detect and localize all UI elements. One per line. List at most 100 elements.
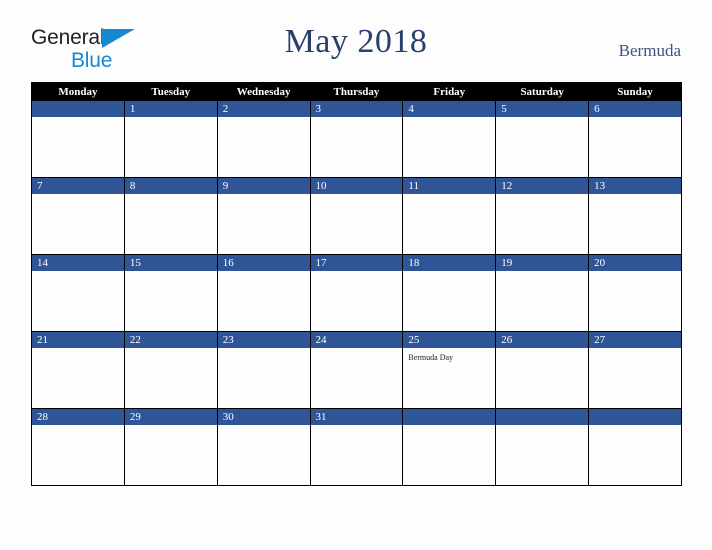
- calendar-day-cell[interactable]: 1: [123, 100, 218, 178]
- day-events: [496, 425, 588, 429]
- day-number: 18: [403, 255, 496, 271]
- calendar-day-cell[interactable]: 27: [588, 331, 682, 409]
- day-events: [218, 271, 310, 275]
- calendar-header-row: Monday Tuesday Wednesday Thursday Friday…: [31, 82, 682, 101]
- day-number: 30: [217, 409, 310, 425]
- calendar-day-cell[interactable]: 18: [402, 254, 497, 332]
- day-number: 7: [32, 178, 124, 194]
- day-number: [403, 409, 496, 425]
- weekday-header-saturday: Saturday: [495, 82, 590, 101]
- day-number: 13: [589, 178, 681, 194]
- weekday-header-monday: Monday: [31, 82, 125, 101]
- day-events: [311, 194, 403, 198]
- calendar-day-cell[interactable]: 23: [216, 331, 311, 409]
- calendar-day-cell[interactable]: 11: [402, 177, 497, 255]
- day-number: 28: [32, 409, 124, 425]
- calendar-day-cell[interactable]: 5: [495, 100, 590, 178]
- day-number: [496, 409, 589, 425]
- day-events: [125, 271, 217, 275]
- day-events: [125, 425, 217, 429]
- day-number: 31: [310, 409, 403, 425]
- day-events: [589, 348, 681, 352]
- day-events: [403, 425, 495, 429]
- calendar-day-cell[interactable]: 13: [588, 177, 682, 255]
- day-events: [218, 425, 310, 429]
- day-number: 22: [124, 332, 217, 348]
- calendar-day-cell[interactable]: 29: [123, 408, 218, 486]
- calendar-day-cell[interactable]: 8: [123, 177, 218, 255]
- day-number: [32, 101, 124, 117]
- calendar-day-cell[interactable]: [402, 408, 497, 486]
- day-events: [496, 271, 588, 275]
- day-events: [218, 117, 310, 121]
- calendar-day-cell[interactable]: 7: [31, 177, 125, 255]
- day-number: 21: [32, 332, 124, 348]
- calendar-day-cell[interactable]: 26: [495, 331, 590, 409]
- day-number: 1: [124, 101, 217, 117]
- day-number: 19: [496, 255, 589, 271]
- calendar-day-cell[interactable]: 19: [495, 254, 590, 332]
- day-events: [311, 425, 403, 429]
- calendar-day-cell[interactable]: [31, 100, 125, 178]
- day-number: 29: [124, 409, 217, 425]
- day-events: [32, 194, 124, 198]
- calendar-day-cell[interactable]: 25 Bermuda Day: [402, 331, 497, 409]
- calendar-day-cell[interactable]: 4: [402, 100, 497, 178]
- day-events: [218, 194, 310, 198]
- day-number: 3: [310, 101, 403, 117]
- calendar-day-cell[interactable]: 12: [495, 177, 590, 255]
- calendar-week-row: 28 29 30 31: [31, 408, 682, 486]
- day-events: [311, 348, 403, 352]
- country-label: Bermuda: [618, 41, 681, 60]
- day-events: [32, 348, 124, 352]
- calendar-week-row: 21 22 23 24 25 Bermuda Day 26 27: [31, 331, 682, 409]
- calendar-day-cell[interactable]: 21: [31, 331, 125, 409]
- weekday-header-friday: Friday: [402, 82, 497, 101]
- day-events: [496, 194, 588, 198]
- calendar-day-cell[interactable]: [495, 408, 590, 486]
- day-events: Bermuda Day: [403, 348, 495, 363]
- calendar-day-cell[interactable]: 2: [216, 100, 311, 178]
- calendar-day-cell[interactable]: [588, 408, 682, 486]
- calendar-day-cell[interactable]: 17: [309, 254, 404, 332]
- calendar-day-cell[interactable]: 14: [31, 254, 125, 332]
- calendar-day-cell[interactable]: 31: [309, 408, 404, 486]
- day-number: 5: [496, 101, 589, 117]
- calendar-day-cell[interactable]: 28: [31, 408, 125, 486]
- calendar-day-cell[interactable]: 22: [123, 331, 218, 409]
- day-events: [403, 194, 495, 198]
- day-number: 9: [217, 178, 310, 194]
- calendar-body: 1 2 3 4 5 6 7 8 9 10 11 12 13 14 15 16 17 18 19 20 21 22 23 24 2…: [31, 100, 682, 486]
- day-number: 11: [403, 178, 496, 194]
- calendar-day-cell[interactable]: 6: [588, 100, 682, 178]
- weekday-header-thursday: Thursday: [309, 82, 404, 101]
- calendar-day-cell[interactable]: 24: [309, 331, 404, 409]
- day-events: [311, 271, 403, 275]
- calendar-week-row: 7 8 9 10 11 12 13: [31, 177, 682, 255]
- day-number: 25: [403, 332, 496, 348]
- weekday-header-sunday: Sunday: [588, 82, 682, 101]
- day-number: 4: [403, 101, 496, 117]
- day-events: [403, 117, 495, 121]
- day-number: 6: [589, 101, 681, 117]
- calendar-day-cell[interactable]: 20: [588, 254, 682, 332]
- calendar-week-row: 123456: [31, 100, 682, 178]
- calendar-day-cell[interactable]: 9: [216, 177, 311, 255]
- calendar-day-cell[interactable]: 16: [216, 254, 311, 332]
- day-events: [125, 194, 217, 198]
- day-number: 8: [124, 178, 217, 194]
- day-number: 23: [217, 332, 310, 348]
- day-events: [589, 117, 681, 121]
- day-events: [32, 271, 124, 275]
- day-number: 2: [217, 101, 310, 117]
- calendar-day-cell[interactable]: 15: [123, 254, 218, 332]
- day-number: [589, 409, 681, 425]
- calendar-day-cell[interactable]: 3: [309, 100, 404, 178]
- calendar-day-cell[interactable]: 10: [309, 177, 404, 255]
- day-events: [589, 425, 681, 429]
- day-events: [589, 271, 681, 275]
- day-events: [218, 348, 310, 352]
- day-events: [589, 194, 681, 198]
- day-events: [125, 348, 217, 352]
- calendar-day-cell[interactable]: 30: [216, 408, 311, 486]
